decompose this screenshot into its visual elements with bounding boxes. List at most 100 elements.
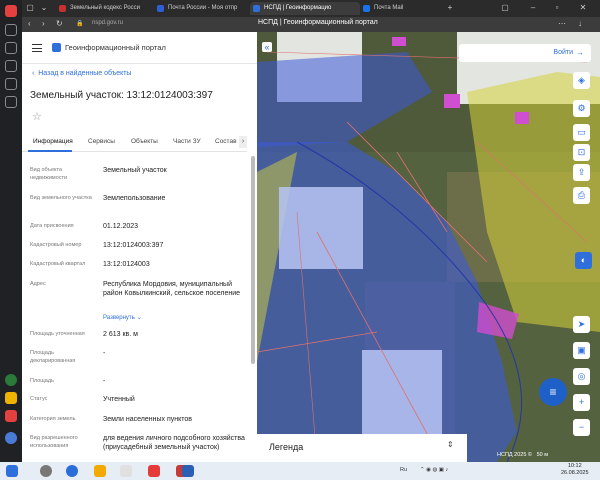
- share-icon[interactable]: ⇪: [573, 164, 590, 181]
- navigate-icon[interactable]: ➤: [573, 316, 590, 333]
- app-taskbar-icon[interactable]: [120, 465, 132, 477]
- site-favicon-icon: [253, 5, 260, 12]
- tab-composition[interactable]: Состав: [215, 138, 237, 145]
- url-field[interactable]: nspd.gov.ru: [92, 20, 123, 26]
- app-shortcut-icon[interactable]: [5, 392, 17, 404]
- browser-taskbar-icon[interactable]: [66, 465, 78, 477]
- taskbar: Ru ⌃ ◉ ◍ ▣ ♪ 10:12 26.08.2025: [0, 462, 600, 480]
- print-icon[interactable]: ⎙: [573, 187, 590, 204]
- collapse-panel-icon[interactable]: «: [262, 42, 272, 52]
- page-title: НСПД | Геоинформационный портал: [258, 19, 378, 26]
- new-tab-icon[interactable]: +: [445, 3, 455, 13]
- locate-icon[interactable]: ◎: [573, 368, 590, 385]
- site-favicon-icon: [363, 5, 370, 12]
- field-value: 2 613 кв. м: [103, 331, 138, 338]
- scale-label: 50 м: [536, 452, 548, 458]
- field-value: Республика Мордовия, муниципальный район…: [103, 281, 241, 297]
- login-button[interactable]: Войти →: [459, 44, 591, 62]
- field-value: для ведения личного подсобного хозяйства…: [103, 435, 245, 451]
- info-tabs: Информация Сервисы Объекты Части ЗУ Сост…: [22, 134, 247, 152]
- portal-logo-icon: [52, 43, 61, 52]
- forward-icon[interactable]: ›: [42, 19, 45, 28]
- legend-bar[interactable]: Легенда ⇕: [257, 434, 467, 462]
- picture-in-picture-icon[interactable]: ▣: [573, 342, 590, 359]
- portal-title: Геоинформационный портал: [65, 43, 166, 52]
- favorite-star-icon[interactable]: ☆: [32, 110, 42, 123]
- reload-icon[interactable]: ↻: [56, 19, 63, 28]
- expand-link-label: Развернуть: [103, 315, 135, 321]
- screen: ▢ ⌄ Земельный кодекс Росси Почта России …: [0, 0, 600, 480]
- chevron-down-icon: ⌄: [136, 315, 142, 321]
- field-label: Категория земель: [30, 416, 76, 422]
- field-label: Вид разрешенного использования: [30, 435, 78, 449]
- login-arrow-icon: →: [576, 48, 584, 57]
- clock[interactable]: 10:12 26.08.2025: [561, 463, 589, 477]
- tab-information[interactable]: Информация: [33, 138, 73, 145]
- home-icon[interactable]: [5, 24, 17, 36]
- app-shortcut-icon[interactable]: [5, 410, 17, 422]
- field-value[interactable]: 13:12:0124003: [103, 260, 245, 269]
- tab-parcel-parts[interactable]: Части ЗУ: [173, 138, 201, 145]
- browser-logo-icon[interactable]: [5, 5, 17, 17]
- panel-scrollbar[interactable]: [251, 156, 255, 364]
- tabs-menu-icon[interactable]: ▢: [25, 3, 35, 13]
- tab-services[interactable]: Сервисы: [88, 138, 115, 145]
- settings-icon[interactable]: ⚙: [573, 100, 590, 117]
- chat-icon[interactable]: ≡: [539, 378, 567, 406]
- start-icon[interactable]: [6, 465, 18, 477]
- map-view[interactable]: « Войти → ◈ ⚙ ▭ ⊡ ⇪ ⎙ ◐ ➤ ▣ ◎ + − ≡ Леге…: [257, 32, 600, 462]
- tab-post-tracking[interactable]: Почта России - Моя отпр: [154, 2, 254, 15]
- clock-date: 26.08.2025: [561, 470, 589, 476]
- maximize-icon[interactable]: ▫: [552, 3, 562, 13]
- extensions-icon[interactable]: ⋯: [558, 19, 566, 28]
- word-icon[interactable]: [182, 465, 194, 477]
- field-value: 01.12.2023: [103, 223, 139, 230]
- active-tab-indicator: [28, 150, 72, 152]
- field-value[interactable]: 13:12:0124003:397: [103, 241, 245, 250]
- app-shortcut-icon[interactable]: [5, 432, 17, 444]
- minimize-icon[interactable]: –: [528, 3, 538, 13]
- bookmark-page-icon[interactable]: ▢: [500, 3, 510, 13]
- tab-label: НСПД | Геоинформацио: [264, 5, 332, 11]
- select-area-icon[interactable]: ⊡: [573, 144, 590, 161]
- tab-label: Земельный кодекс Росси: [70, 5, 141, 11]
- tab-nspd[interactable]: НСПД | Геоинформацио: [250, 2, 360, 15]
- layers-icon[interactable]: ◈: [573, 72, 590, 89]
- site-favicon-icon: [157, 5, 164, 12]
- browser-sidebar: [0, 0, 22, 462]
- field-label: Статус: [30, 396, 48, 402]
- field-value: -: [103, 350, 106, 357]
- file-explorer-icon[interactable]: [94, 465, 106, 477]
- tray-icons[interactable]: ⌃ ◉ ◍ ▣ ♪: [420, 467, 448, 473]
- search-icon[interactable]: [40, 465, 52, 477]
- yandex-browser-icon[interactable]: [148, 465, 160, 477]
- measure-icon[interactable]: ▭: [573, 124, 590, 141]
- field-label: Кадастровый номер: [30, 242, 82, 248]
- tab-objects[interactable]: Объекты: [131, 138, 158, 145]
- app-header: Геоинформационный портал: [22, 32, 257, 64]
- app-shortcut-icon[interactable]: [5, 374, 17, 386]
- tab-list-icon[interactable]: ⌄: [39, 3, 49, 13]
- field-label: Адрес: [30, 281, 46, 287]
- bookmarks-icon[interactable]: [5, 78, 17, 90]
- back-to-results-link[interactable]: ‹ Назад в найденные объекты: [32, 70, 131, 77]
- clock-time: 10:12: [567, 463, 582, 469]
- expand-link[interactable]: Развернуть ⌄: [103, 313, 245, 323]
- field-label: Дата присвоения: [30, 223, 74, 229]
- downloads-icon[interactable]: [5, 60, 17, 72]
- tabs-scroll-right-icon[interactable]: ›: [239, 136, 247, 148]
- field-label: Площадь: [30, 378, 54, 384]
- map-info-icon[interactable]: ◐: [575, 252, 592, 269]
- language-indicator[interactable]: Ru: [400, 467, 407, 473]
- extensions-icon[interactable]: [5, 96, 17, 108]
- history-icon[interactable]: [5, 42, 17, 54]
- tab-mail[interactable]: Почта Mail: [360, 2, 440, 15]
- back-icon[interactable]: ‹: [28, 19, 31, 28]
- zoom-in-icon[interactable]: +: [573, 394, 590, 411]
- close-icon[interactable]: ✕: [578, 3, 588, 13]
- download-icon[interactable]: ↓: [578, 19, 582, 28]
- chevron-updown-icon: ⇕: [447, 440, 454, 449]
- zoom-out-icon[interactable]: −: [573, 419, 590, 436]
- tab-land-code[interactable]: Земельный кодекс Росси: [56, 2, 152, 15]
- menu-icon[interactable]: [32, 44, 42, 52]
